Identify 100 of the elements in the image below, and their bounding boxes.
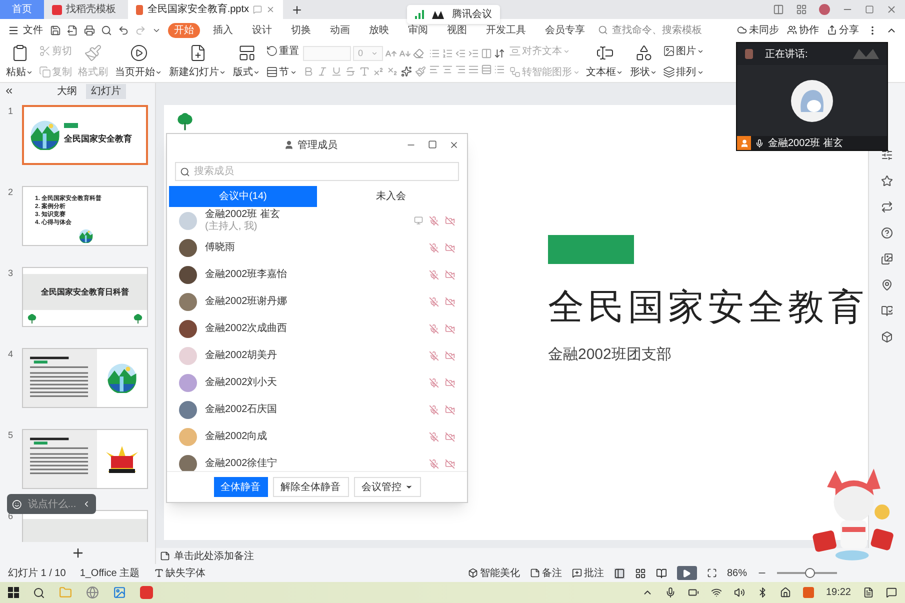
member-row[interactable]: 金融2002班谢丹娜 [167, 288, 467, 315]
line-spacing-icon[interactable] [494, 64, 505, 75]
ribbon-button[interactable]: 形状 [628, 44, 659, 80]
camera-off-icon[interactable] [445, 242, 455, 252]
dialog-button[interactable]: 解除全体静音 [272, 477, 348, 497]
volume-icon[interactable] [734, 587, 745, 598]
print-icon[interactable] [84, 24, 95, 36]
superscript-icon[interactable] [373, 66, 384, 77]
underline-icon[interactable] [331, 66, 342, 77]
pin-icon[interactable] [881, 279, 893, 291]
notes-button[interactable]: 备注 [530, 566, 562, 580]
file-menu[interactable]: 文件 [8, 22, 43, 38]
save-icon[interactable] [50, 24, 61, 36]
mic-muted-icon[interactable] [429, 378, 439, 388]
zoom-slider-thumb[interactable] [804, 568, 814, 578]
mic-muted-icon[interactable] [429, 216, 439, 226]
bullet-list-icon[interactable] [429, 48, 440, 59]
comment-icon[interactable] [253, 5, 262, 14]
header-action[interactable]: 未同步 [737, 22, 779, 38]
member-row[interactable]: 傅晓雨 [167, 234, 467, 261]
transition-icon[interactable] [881, 201, 893, 213]
camera-off-icon[interactable] [445, 404, 455, 414]
grow-font-icon[interactable] [385, 48, 397, 60]
mic-muted-icon[interactable] [429, 458, 439, 468]
italic-icon[interactable] [317, 66, 328, 77]
camera-off-icon[interactable] [445, 216, 455, 226]
close-icon[interactable] [449, 140, 459, 150]
undo-icon[interactable] [118, 24, 129, 36]
sliders-icon[interactable] [881, 149, 893, 161]
command-search-field[interactable]: 查找命令、搜索模板 [598, 22, 702, 38]
ribbon-button[interactable]: 图片 [662, 44, 705, 58]
header-action[interactable]: 分享 [827, 22, 859, 38]
office-app-icon[interactable] [140, 586, 153, 599]
slideshow-button[interactable] [676, 566, 697, 580]
reading-view-icon[interactable] [656, 568, 667, 578]
cube-icon[interactable] [881, 331, 893, 343]
ribbon-tab[interactable]: 动画 [324, 22, 356, 38]
member-row[interactable]: 金融2002刘小天 [167, 369, 467, 396]
notifications-icon[interactable] [886, 587, 897, 598]
mic-muted-icon[interactable] [429, 242, 439, 252]
camera-off-icon[interactable] [445, 296, 455, 306]
eraser-icon[interactable] [413, 48, 424, 59]
beautify-button[interactable]: 智能美化 [468, 566, 520, 580]
ribbon-tab[interactable]: 设计 [246, 22, 278, 38]
ribbon-tab[interactable]: 放映 [363, 22, 395, 38]
indent-icon[interactable] [468, 48, 479, 59]
ribbon-button[interactable]: 重置 [265, 44, 300, 58]
member-row[interactable]: 金融2002徐佳宁 [167, 450, 467, 471]
dialog-button[interactable]: 全体静音 [214, 477, 268, 497]
camera-off-icon[interactable] [445, 458, 455, 468]
ribbon-tab[interactable]: 开发工具 [480, 22, 532, 38]
user-avatar[interactable] [819, 4, 830, 15]
antivirus-icon[interactable] [802, 587, 814, 598]
maximize-icon[interactable] [428, 140, 437, 149]
comments-button[interactable]: 批注 [572, 566, 604, 580]
ribbon-tab[interactable]: 审阅 [402, 22, 434, 38]
app-icon[interactable] [863, 587, 874, 598]
fit-icon[interactable] [706, 568, 717, 578]
mic-muted-icon[interactable] [429, 432, 439, 442]
member-tab[interactable]: 会议中(14) [169, 186, 317, 207]
panel-tab[interactable]: 大纲 [52, 84, 82, 98]
align-right-icon[interactable] [455, 64, 466, 75]
camera-off-icon[interactable] [445, 350, 455, 360]
bluetooth-icon[interactable] [756, 587, 768, 598]
camera-off-icon[interactable] [445, 324, 455, 334]
member-row[interactable]: 金融2002石庆国 [167, 396, 467, 423]
close-icon[interactable] [886, 4, 897, 15]
ribbon-button[interactable]: 版式 [231, 44, 262, 80]
maximize-icon[interactable] [865, 5, 874, 14]
normal-view-icon[interactable] [614, 568, 625, 578]
align-left-icon[interactable] [429, 64, 440, 75]
strikethrough-icon[interactable] [345, 66, 356, 77]
mic-muted-icon[interactable] [429, 296, 439, 306]
ribbon-tab[interactable]: 插入 [207, 22, 239, 38]
ribbon-button[interactable]: 节 [265, 64, 300, 80]
member-row[interactable]: 金融2002班 崔玄 (主持人, 我) [167, 207, 467, 234]
preview-icon[interactable] [101, 24, 112, 36]
shrink-font-icon[interactable] [399, 48, 411, 60]
camera-off-icon[interactable] [445, 378, 455, 388]
redo-icon[interactable] [135, 24, 146, 36]
battery-icon[interactable] [688, 587, 699, 598]
font-name-field[interactable] [303, 46, 351, 61]
outdent-icon[interactable] [455, 48, 466, 59]
text-direction-icon[interactable] [494, 48, 505, 59]
distribute-icon[interactable] [481, 64, 492, 75]
export-icon[interactable] [67, 24, 78, 36]
camera-off-icon[interactable] [445, 270, 455, 280]
ribbon-button[interactable]: 排列 [662, 64, 705, 80]
numbered-list-icon[interactable] [442, 48, 453, 59]
member-row[interactable]: 金融2002向成 [167, 423, 467, 450]
globe-icon[interactable] [86, 586, 99, 599]
ribbon-button[interactable]: 当页开始 [113, 44, 164, 80]
member-row[interactable]: 金融2002胡美丹 [167, 342, 467, 369]
member-row[interactable]: 金融2002次成曲西 [167, 315, 467, 342]
book-icon[interactable] [881, 305, 893, 317]
star-icon[interactable] [881, 175, 893, 187]
add-slide-icon[interactable] [70, 546, 84, 560]
text-effect-icon[interactable] [401, 66, 412, 77]
ribbon-button[interactable]: 新建幻灯片 [167, 44, 228, 80]
align-center-icon[interactable] [442, 64, 453, 75]
